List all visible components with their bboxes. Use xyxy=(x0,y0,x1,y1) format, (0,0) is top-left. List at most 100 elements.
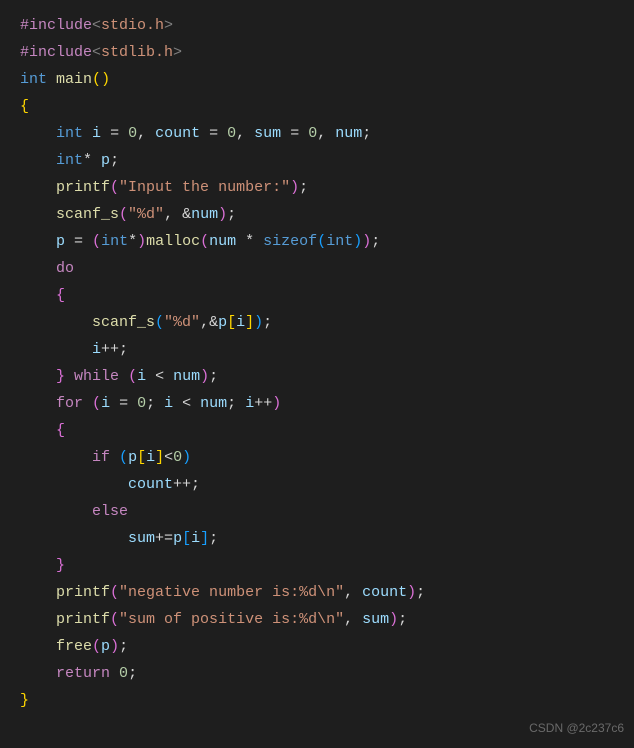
paren-close: ) xyxy=(218,206,227,223)
brace-close: } xyxy=(20,692,29,709)
preprocessor: #include xyxy=(20,17,92,34)
punct: ; xyxy=(362,125,371,142)
identifier: p xyxy=(101,152,110,169)
keyword: while xyxy=(74,368,119,385)
code-line: return 0; xyxy=(20,660,634,687)
bracket-close: ] xyxy=(155,449,164,466)
paren-open: ( xyxy=(110,611,119,628)
identifier: count xyxy=(362,584,407,601)
code-line: for (i = 0; i < num; i++) xyxy=(20,390,634,417)
paren-open: ( xyxy=(119,206,128,223)
paren-open: ( xyxy=(317,233,326,250)
code-line: { xyxy=(20,417,634,444)
function-name: scanf_s xyxy=(92,314,155,331)
angle-open: < xyxy=(92,44,101,61)
space xyxy=(119,368,128,385)
punct: , xyxy=(344,611,362,628)
paren-close: ) xyxy=(182,449,191,466)
paren-close: ) xyxy=(200,368,209,385)
identifier: i xyxy=(101,395,110,412)
paren-open: ( xyxy=(128,368,137,385)
function-name: scanf_s xyxy=(56,206,119,223)
code-line: sum+=p[i]; xyxy=(20,525,634,552)
identifier: num xyxy=(200,395,227,412)
paren-open: ( xyxy=(92,71,101,88)
identifier: sum xyxy=(362,611,389,628)
identifier: sum xyxy=(254,125,281,142)
punct: , xyxy=(200,314,209,331)
bracket-close: ] xyxy=(245,314,254,331)
identifier: num xyxy=(209,233,236,250)
punct: , xyxy=(317,125,335,142)
paren-close: ) xyxy=(353,233,362,250)
identifier: p xyxy=(101,638,110,655)
function-name: main xyxy=(56,71,92,88)
paren-close: ) xyxy=(290,179,299,196)
string: "Input the number:" xyxy=(119,179,290,196)
header-name: stdio.h xyxy=(101,17,164,34)
code-line: int i = 0, count = 0, sum = 0, num; xyxy=(20,120,634,147)
keyword: else xyxy=(92,503,128,520)
bracket-open: [ xyxy=(137,449,146,466)
code-line: #include<stdio.h> xyxy=(20,12,634,39)
brace-open: { xyxy=(56,422,65,439)
paren-open: ( xyxy=(110,179,119,196)
paren-open: ( xyxy=(92,638,101,655)
paren-close: ) xyxy=(362,233,371,250)
identifier: p xyxy=(218,314,227,331)
punct: ; xyxy=(398,611,407,628)
brace-close: } xyxy=(56,368,65,385)
operator: ++; xyxy=(101,341,128,358)
function-name: printf xyxy=(56,584,110,601)
punct: ; xyxy=(119,638,128,655)
punct: , xyxy=(137,125,155,142)
punct: , xyxy=(164,206,182,223)
identifier: sum xyxy=(128,530,155,547)
code-line: count++; xyxy=(20,471,634,498)
function-name: free xyxy=(56,638,92,655)
identifier: i xyxy=(92,341,101,358)
punct: , xyxy=(236,125,254,142)
identifier: i xyxy=(146,449,155,466)
code-line: do xyxy=(20,255,634,282)
code-line: i++; xyxy=(20,336,634,363)
punct: , xyxy=(344,584,362,601)
punct: ; xyxy=(299,179,308,196)
punct: ; xyxy=(416,584,425,601)
number: 0 xyxy=(173,449,182,466)
string: "%d" xyxy=(128,206,164,223)
identifier: i xyxy=(164,395,173,412)
keyword: sizeof xyxy=(263,233,317,250)
space xyxy=(110,665,119,682)
code-line: printf("sum of positive is:%d\n", sum); xyxy=(20,606,634,633)
paren-close: ) xyxy=(110,638,119,655)
code-line: } xyxy=(20,552,634,579)
keyword: do xyxy=(56,260,74,277)
space xyxy=(83,395,92,412)
identifier: i xyxy=(137,368,146,385)
code-line: #include<stdlib.h> xyxy=(20,39,634,66)
identifier: i xyxy=(245,395,254,412)
identifier: num xyxy=(191,206,218,223)
function-name: printf xyxy=(56,179,110,196)
identifier: count xyxy=(128,476,173,493)
paren-close: ) xyxy=(254,314,263,331)
string: "%d" xyxy=(164,314,200,331)
operator: = xyxy=(200,125,227,142)
punct: ; xyxy=(128,665,137,682)
number: 0 xyxy=(128,125,137,142)
function-name: malloc xyxy=(146,233,200,250)
operator: += xyxy=(155,530,173,547)
identifier: num xyxy=(335,125,362,142)
punct: ; xyxy=(227,395,245,412)
operator: * xyxy=(128,233,137,250)
operator: = xyxy=(101,125,128,142)
preprocessor: #include xyxy=(20,44,92,61)
operator: < xyxy=(164,449,173,466)
keyword: int xyxy=(326,233,353,250)
operator: & xyxy=(209,314,218,331)
brace-open: { xyxy=(56,287,65,304)
code-line: { xyxy=(20,93,634,120)
keyword: int xyxy=(20,71,47,88)
code-line: int main() xyxy=(20,66,634,93)
